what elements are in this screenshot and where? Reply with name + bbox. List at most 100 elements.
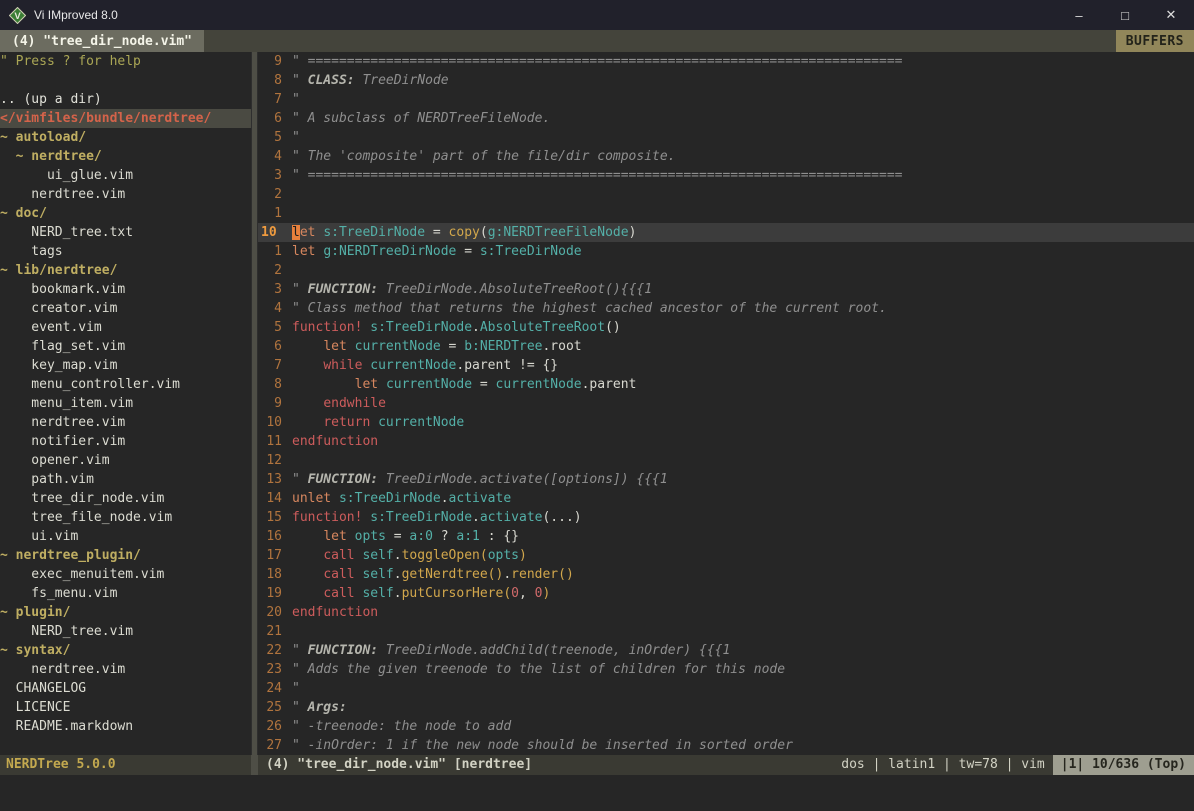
nerdtree-item[interactable]: NERD_tree.txt [0, 223, 251, 242]
nerdtree-item[interactable]: ~ syntax/ [0, 641, 251, 660]
code-line[interactable]: 13" FUNCTION: TreeDirNode.activate([opti… [258, 470, 1194, 489]
nerdtree-item[interactable]: .. (up a dir) [0, 90, 251, 109]
code-line[interactable]: 27" -inOrder: 1 if the new node should b… [258, 736, 1194, 755]
nerdtree-item[interactable]: nerdtree.vim [0, 185, 251, 204]
line-number: 14 [258, 489, 292, 508]
code-line[interactable]: 9 endwhile [258, 394, 1194, 413]
code-text: call self.getNerdtree().render() [292, 565, 574, 584]
nerdtree-item[interactable]: event.vim [0, 318, 251, 337]
buffers-label[interactable]: BUFFERS [1116, 30, 1194, 52]
maximize-button[interactable]: □ [1102, 0, 1148, 30]
code-line[interactable]: 3" =====================================… [258, 166, 1194, 185]
nerdtree-item[interactable]: CHANGELOG [0, 679, 251, 698]
code-line[interactable]: 2 [258, 261, 1194, 280]
code-line[interactable]: 23" Adds the given treenode to the list … [258, 660, 1194, 679]
nerdtree-item[interactable]: ~ nerdtree/ [0, 147, 251, 166]
code-line[interactable]: 21 [258, 622, 1194, 641]
nerdtree-item[interactable]: NERD_tree.vim [0, 622, 251, 641]
code-line[interactable]: 22" FUNCTION: TreeDirNode.addChild(treen… [258, 641, 1194, 660]
line-number: 2 [258, 261, 292, 280]
code-line[interactable]: 3" FUNCTION: TreeDirNode.AbsoluteTreeRoo… [258, 280, 1194, 299]
code-line[interactable]: 20endfunction [258, 603, 1194, 622]
code-text: " [292, 128, 308, 147]
code-line[interactable]: 10 return currentNode [258, 413, 1194, 432]
nerdtree-item[interactable]: </vimfiles/bundle/nerdtree/ [0, 109, 251, 128]
nerdtree-item[interactable]: LICENCE [0, 698, 251, 717]
code-line[interactable]: 4" Class method that returns the highest… [258, 299, 1194, 318]
code-line[interactable]: 17 call self.toggleOpen(opts) [258, 546, 1194, 565]
nerdtree-item[interactable]: creator.vim [0, 299, 251, 318]
tab-active[interactable]: (4) "tree_dir_node.vim" [0, 30, 204, 52]
code-line[interactable]: 15function! s:TreeDirNode.activate(...) [258, 508, 1194, 527]
code-line[interactable]: 2 [258, 185, 1194, 204]
nerdtree-item[interactable]: ~ doc/ [0, 204, 251, 223]
code-line[interactable]: 12 [258, 451, 1194, 470]
line-number: 1 [258, 204, 292, 223]
code-line[interactable]: 26" -treenode: the node to add [258, 717, 1194, 736]
nerdtree-item[interactable]: ~ plugin/ [0, 603, 251, 622]
nerdtree-item[interactable]: ~ nerdtree_plugin/ [0, 546, 251, 565]
code-text: " CLASS: TreeDirNode [292, 71, 449, 90]
nerdtree-item[interactable]: menu_controller.vim [0, 375, 251, 394]
line-number: 26 [258, 717, 292, 736]
nerdtree-item[interactable]: " Press ? for help [0, 52, 251, 71]
nerdtree-item[interactable]: opener.vim [0, 451, 251, 470]
code-text: return currentNode [292, 413, 464, 432]
nerdtree-item[interactable]: ~ lib/nerdtree/ [0, 261, 251, 280]
code-line[interactable]: 7" [258, 90, 1194, 109]
nerdtree-item[interactable]: ~ autoload/ [0, 128, 251, 147]
svg-text:V: V [14, 11, 21, 22]
code-line[interactable]: 5" [258, 128, 1194, 147]
command-line[interactable] [0, 775, 1194, 811]
code-text: " ======================================… [292, 166, 902, 185]
code-line[interactable]: 8 let currentNode = currentNode.parent [258, 375, 1194, 394]
nerdtree-item[interactable]: flag_set.vim [0, 337, 251, 356]
tabline: (4) "tree_dir_node.vim" BUFFERS [0, 30, 1194, 52]
line-number: 6 [258, 109, 292, 128]
line-number: 6 [258, 337, 292, 356]
minimize-button[interactable]: – [1056, 0, 1102, 30]
code-line[interactable]: 9" =====================================… [258, 52, 1194, 71]
code-line-current[interactable]: 10let s:TreeDirNode = copy(g:NERDTreeFil… [258, 223, 1194, 242]
nerdtree-item[interactable]: fs_menu.vim [0, 584, 251, 603]
nerdtree-item[interactable]: nerdtree.vim [0, 413, 251, 432]
code-line[interactable]: 5function! s:TreeDirNode.AbsoluteTreeRoo… [258, 318, 1194, 337]
code-line[interactable]: 24" [258, 679, 1194, 698]
nerdtree-item[interactable]: bookmark.vim [0, 280, 251, 299]
code-line[interactable]: 1let g:NERDTreeDirNode = s:TreeDirNode [258, 242, 1194, 261]
nerdtree-item[interactable]: ui.vim [0, 527, 251, 546]
nerdtree-item[interactable]: README.markdown [0, 717, 251, 736]
code-line[interactable]: 19 call self.putCursorHere(0, 0) [258, 584, 1194, 603]
statusbar: NERDTree 5.0.0 (4) "tree_dir_node.vim" [… [0, 755, 1194, 775]
close-button[interactable]: ✕ [1148, 0, 1194, 30]
code-line[interactable]: 4" The 'composite' part of the file/dir … [258, 147, 1194, 166]
nerdtree-item[interactable]: menu_item.vim [0, 394, 251, 413]
code-line[interactable]: 1 [258, 204, 1194, 223]
nerdtree-item[interactable]: tree_dir_node.vim [0, 489, 251, 508]
code-text: " ======================================… [292, 52, 902, 71]
nerdtree-item[interactable]: ui_glue.vim [0, 166, 251, 185]
code-line[interactable]: 7 while currentNode.parent != {} [258, 356, 1194, 375]
nerdtree-item[interactable]: exec_menuitem.vim [0, 565, 251, 584]
status-flags: dos | latin1 | tw=78 | vim [841, 755, 1053, 775]
code-line[interactable]: 16 let opts = a:0 ? a:1 : {} [258, 527, 1194, 546]
nerdtree-item[interactable]: tree_file_node.vim [0, 508, 251, 527]
code-line[interactable]: 18 call self.getNerdtree().render() [258, 565, 1194, 584]
nerdtree-item[interactable]: notifier.vim [0, 432, 251, 451]
vim-icon: V [9, 7, 26, 24]
code-line[interactable]: 14unlet s:TreeDirNode.activate [258, 489, 1194, 508]
nerdtree-item[interactable]: nerdtree.vim [0, 660, 251, 679]
nerdtree-item[interactable]: path.vim [0, 470, 251, 489]
line-number: 5 [258, 128, 292, 147]
code-line[interactable]: 6 let currentNode = b:NERDTree.root [258, 337, 1194, 356]
code-line[interactable]: 6" A subclass of NERDTreeFileNode. [258, 109, 1194, 128]
code-line[interactable]: 8" CLASS: TreeDirNode [258, 71, 1194, 90]
nerdtree-item[interactable]: key_map.vim [0, 356, 251, 375]
code-line[interactable]: 11endfunction [258, 432, 1194, 451]
nerdtree-item[interactable]: tags [0, 242, 251, 261]
nerdtree-panel: " Press ? for help .. (up a dir)</vimfile… [0, 52, 251, 755]
code-text: let currentNode = b:NERDTree.root [292, 337, 582, 356]
buffer-lines: 9" =====================================… [258, 52, 1194, 755]
window-separator[interactable] [251, 52, 258, 755]
code-line[interactable]: 25" Args: [258, 698, 1194, 717]
